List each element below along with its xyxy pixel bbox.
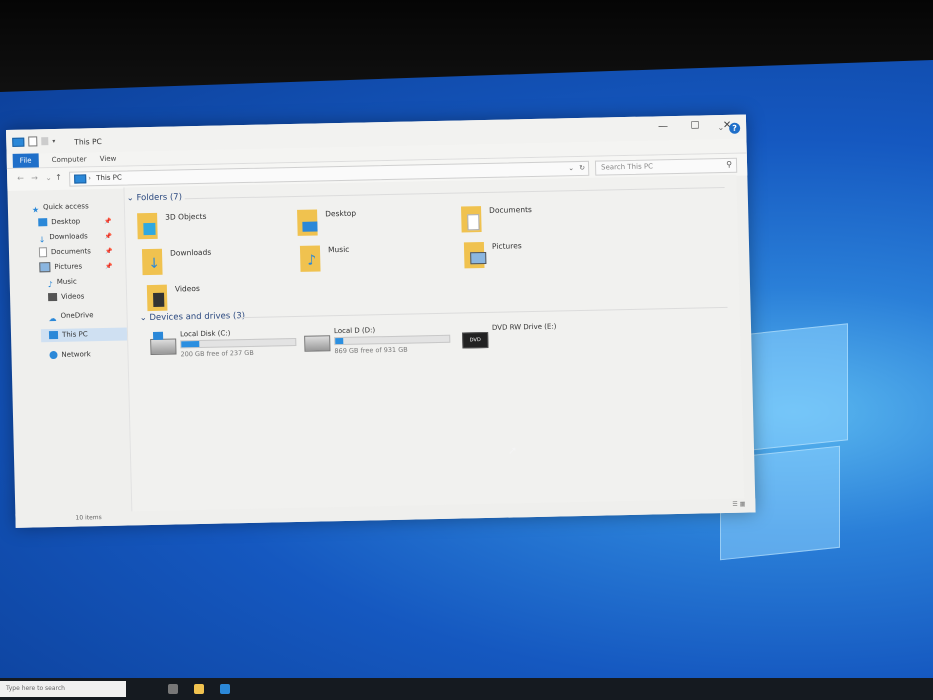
dvd-drive-icon: DVD (462, 331, 489, 349)
folder-icon (146, 284, 168, 312)
folder-icon: ↓ (141, 248, 163, 276)
chevron-down-icon[interactable]: ⌄ (568, 162, 574, 175)
sidebar-item-this-pc[interactable]: This PC (40, 327, 136, 343)
folder-music[interactable]: ♪ Music (299, 241, 451, 276)
hard-drive-icon (304, 335, 331, 352)
item-count: 10 items (75, 514, 102, 522)
pictures-icon (39, 262, 51, 273)
sidebar-item-videos[interactable]: Videos (47, 290, 85, 304)
sidebar-item-onedrive[interactable]: ☁ OneDrive (48, 309, 94, 324)
drive-usage-fill (181, 340, 200, 348)
download-icon: ↓ (38, 235, 46, 245)
sidebar-item-pictures[interactable]: Pictures (39, 260, 82, 274)
chevron-down-icon[interactable]: ▾ (52, 137, 55, 144)
file-explorer-window: ▾ This PC — ☐ ✕ File Computer View ⌄ ? ←… (6, 114, 756, 528)
network-icon (49, 350, 58, 360)
sidebar-item-desktop[interactable]: Desktop (38, 215, 80, 229)
drive-usage-bar (180, 337, 297, 349)
view-toggle-icon[interactable]: ☰ ▦ (732, 501, 745, 508)
drive-e[interactable]: DVD DVD RW Drive (E:) (462, 321, 623, 358)
group-divider (239, 306, 728, 319)
new-folder-icon[interactable] (41, 137, 49, 146)
tab-computer[interactable]: Computer (45, 152, 94, 167)
sidebar-item-network[interactable]: Network (49, 348, 91, 362)
pin-icon[interactable]: 📌 (104, 218, 112, 225)
minimize-button[interactable]: — (652, 119, 674, 135)
music-icon: ♪ (47, 280, 54, 290)
computer-icon (48, 330, 59, 340)
taskbar-search-input[interactable]: Type here to search (0, 681, 126, 697)
computer-icon (12, 137, 25, 147)
folder-videos[interactable]: Videos (146, 280, 298, 315)
computer-icon (74, 174, 87, 184)
sidebar-item-documents[interactable]: Documents (38, 245, 91, 259)
drive-usage-fill (335, 337, 344, 345)
search-icon[interactable]: ⚲ (726, 158, 732, 171)
search-input[interactable]: Search This PC ⚲ (594, 157, 738, 176)
hard-drive-icon (150, 331, 177, 356)
pin-icon[interactable]: 📌 (105, 263, 113, 270)
search-placeholder: Search This PC (600, 162, 654, 172)
desktop-icon (38, 218, 48, 227)
tab-view[interactable]: View (93, 152, 124, 167)
breadcrumb-separator-icon: › (88, 174, 92, 183)
breadcrumb-this-pc[interactable]: This PC (96, 172, 122, 186)
window-title: This PC (74, 136, 102, 147)
drive-usage-bar (334, 334, 451, 346)
expand-ribbon-icon[interactable]: ⌄ (717, 123, 724, 132)
refresh-icon[interactable]: ↻ (579, 162, 585, 175)
drives-group-header[interactable]: ⌄ Devices and drives (3) (140, 311, 246, 323)
drive-d[interactable]: Local D (D:) 869 GB free of 931 GB (304, 324, 465, 361)
sidebar-item-quick-access[interactable]: ★ Quick access (32, 200, 89, 214)
folder-icon (463, 242, 487, 269)
sidebar-item-downloads[interactable]: ↓ Downloads (38, 230, 88, 245)
file-explorer-icon[interactable] (194, 684, 204, 694)
task-view-icon[interactable] (168, 684, 178, 694)
explorer-body: ★ Quick access Desktop ↓ Downloads Documen… (7, 174, 755, 513)
folder-pictures[interactable]: Pictures (463, 237, 615, 272)
properties-icon[interactable] (28, 136, 38, 147)
cloud-icon: ☁ (48, 313, 57, 324)
forward-arrow-icon[interactable]: → (31, 173, 38, 182)
folder-icon (137, 212, 158, 240)
drive-c[interactable]: Local Disk (C:) 200 GB free of 237 GB (150, 328, 311, 365)
folder-icon: ♪ (299, 245, 321, 272)
folder-documents[interactable]: Documents (461, 201, 612, 236)
pin-icon[interactable]: 📌 (105, 248, 113, 255)
group-divider (184, 186, 725, 200)
documents-icon (38, 247, 48, 258)
quick-access-toolbar: ▾ (12, 136, 55, 147)
folder-downloads[interactable]: ↓ Downloads (141, 244, 293, 279)
folder-icon (297, 209, 318, 236)
navigation-pane: ★ Quick access Desktop ↓ Downloads Documen… (7, 188, 136, 514)
tab-file[interactable]: File (12, 153, 39, 168)
videos-icon (47, 292, 58, 302)
star-icon: ★ (31, 205, 40, 215)
recent-locations-icon[interactable]: ⌄ (45, 173, 52, 182)
folder-3d-objects[interactable]: 3D Objects (137, 208, 288, 243)
pin-icon[interactable]: 📌 (105, 233, 113, 240)
back-arrow-icon[interactable]: ← (17, 174, 24, 183)
folder-desktop[interactable]: Desktop (297, 205, 448, 240)
taskbar: Type here to search (0, 678, 933, 700)
maximize-button[interactable]: ☐ (684, 118, 706, 134)
up-arrow-icon[interactable]: ↑ (55, 173, 62, 182)
sidebar-item-music[interactable]: ♪ Music (48, 276, 77, 290)
file-view: ⌄ Folders (7) 3D Objects Desktop Documen… (123, 174, 745, 512)
folder-icon (461, 206, 482, 233)
browser-icon[interactable] (220, 684, 230, 694)
folders-group-header[interactable]: ⌄ Folders (7) (127, 192, 183, 203)
